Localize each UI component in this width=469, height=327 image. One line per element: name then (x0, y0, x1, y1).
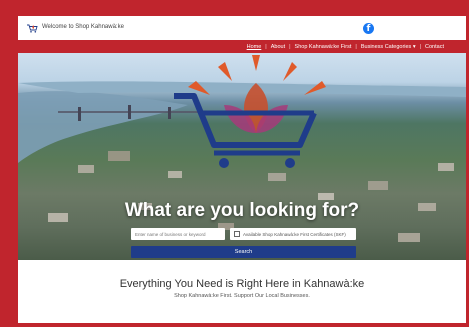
search-input[interactable] (131, 228, 225, 240)
skf-filter[interactable]: Available Shop Kahnawà:ke First Certific… (230, 228, 356, 240)
facebook-icon[interactable]: f (363, 23, 374, 34)
nav-separator: | (265, 43, 267, 50)
search-button[interactable]: Search (131, 246, 356, 258)
nav-contact[interactable]: Contact (421, 44, 448, 50)
nav-separator: | (289, 43, 291, 50)
nav-shop-first[interactable]: Shop Kahnawà:ke First (291, 44, 356, 50)
nav-separator: | (419, 43, 422, 50)
hero-banner: What are you looking for? Available Shop… (18, 53, 466, 260)
skf-filter-label: Available Shop Kahnawà:ke First Certific… (243, 231, 346, 237)
nav-list: Home | About | Shop Kahnawà:ke First | B… (243, 40, 448, 53)
nav-business-categories[interactable]: Business Categories ▾ (357, 44, 420, 50)
nav-home[interactable]: Home (243, 44, 266, 50)
section-headline: Everything You Need is Right Here in Kah… (119, 278, 365, 290)
skf-checkbox[interactable] (234, 231, 240, 237)
nav-about[interactable]: About (267, 44, 289, 50)
nav-separator: | (355, 43, 357, 50)
cart-flower-icon[interactable] (26, 24, 38, 33)
top-bar: Welcome to Shop Kahnawà:ke f (18, 16, 466, 40)
welcome-text: Welcome to Shop Kahnawà:ke (42, 24, 124, 30)
section-subline: Shop Kahnawà:ke First. Support Our Local… (174, 293, 310, 299)
hero-title: What are you looking for? (124, 200, 360, 221)
page-frame: Welcome to Shop Kahnawà:ke f Home | Abou… (18, 16, 466, 323)
main-nav: Home | About | Shop Kahnawà:ke First | B… (18, 40, 466, 53)
